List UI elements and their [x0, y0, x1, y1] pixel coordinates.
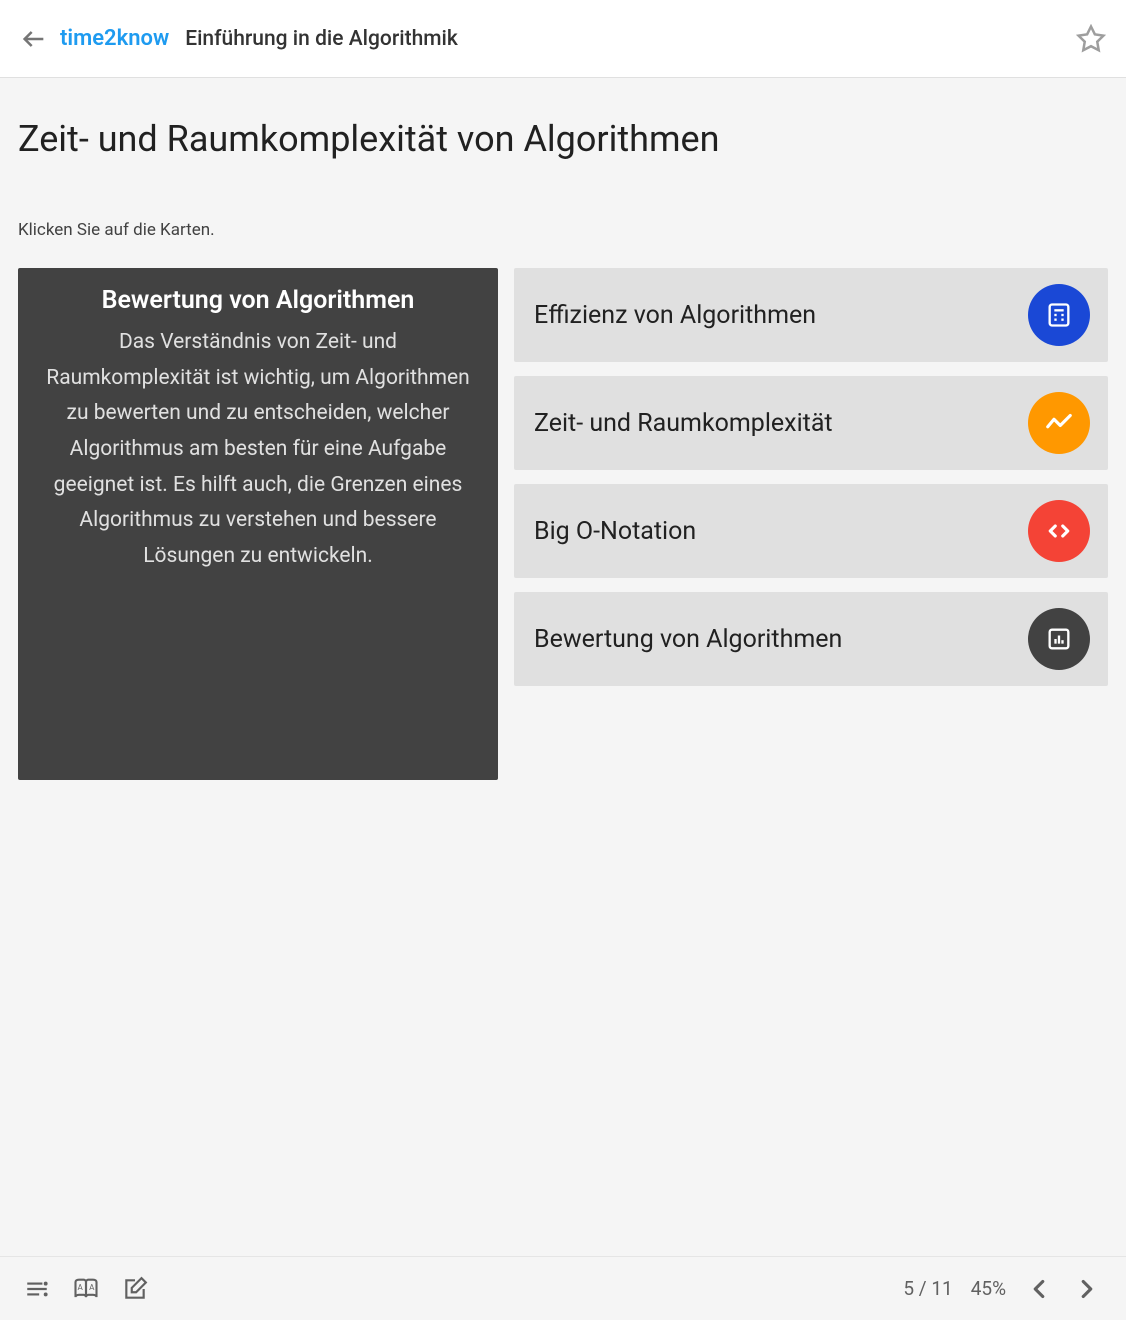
course-title: Einführung in die Algorithmik — [185, 27, 1076, 51]
expanded-card-title: Bewertung von Algorithmen — [44, 286, 472, 315]
header: time2know Einführung in die Algorithmik — [0, 0, 1126, 78]
card-label: Zeit- und Raumkomplexität — [534, 409, 833, 438]
expanded-card[interactable]: Bewertung von Algorithmen Das Verständni… — [18, 268, 498, 780]
trend-icon — [1028, 392, 1090, 454]
calculator-icon — [1028, 284, 1090, 346]
chart-icon — [1028, 608, 1090, 670]
cards-list: Effizienz von Algorithmen Zeit- und Raum… — [514, 268, 1108, 780]
page-title: Zeit- und Raumkomplexität von Algorithme… — [18, 118, 1108, 160]
card-item-complexity[interactable]: Zeit- und Raumkomplexität — [514, 376, 1108, 470]
footer: A A 5 / 11 45% — [0, 1256, 1126, 1320]
favorite-button[interactable] — [1076, 24, 1106, 54]
toc-button[interactable] — [24, 1275, 50, 1303]
svg-text:A: A — [89, 1282, 95, 1292]
card-item-bigo[interactable]: Big O-Notation — [514, 484, 1108, 578]
footer-right: 5 / 11 45% — [903, 1274, 1102, 1304]
prev-page-button[interactable] — [1024, 1274, 1054, 1304]
card-label: Big O-Notation — [534, 517, 696, 546]
card-item-evaluation[interactable]: Bewertung von Algorithmen — [514, 592, 1108, 686]
page-indicator: 5 / 11 — [903, 1277, 952, 1300]
code-icon — [1028, 500, 1090, 562]
progress-indicator: 45% — [971, 1277, 1006, 1300]
brand-logo: time2know — [60, 26, 169, 51]
svg-text:A: A — [78, 1282, 84, 1292]
notes-button[interactable] — [122, 1275, 148, 1303]
expanded-card-body: Das Verständnis von Zeit- und Raumkomple… — [44, 325, 472, 575]
card-item-efficiency[interactable]: Effizienz von Algorithmen — [514, 268, 1108, 362]
footer-left: A A — [24, 1275, 903, 1303]
glossary-button[interactable]: A A — [72, 1275, 100, 1303]
instruction-text: Klicken Sie auf die Karten. — [18, 220, 1108, 240]
next-page-button[interactable] — [1072, 1274, 1102, 1304]
main-content: Zeit- und Raumkomplexität von Algorithme… — [0, 78, 1126, 1256]
card-label: Effizienz von Algorithmen — [534, 301, 816, 330]
back-button[interactable] — [20, 25, 48, 53]
card-label: Bewertung von Algorithmen — [534, 625, 842, 654]
cards-container: Bewertung von Algorithmen Das Verständni… — [18, 268, 1108, 780]
